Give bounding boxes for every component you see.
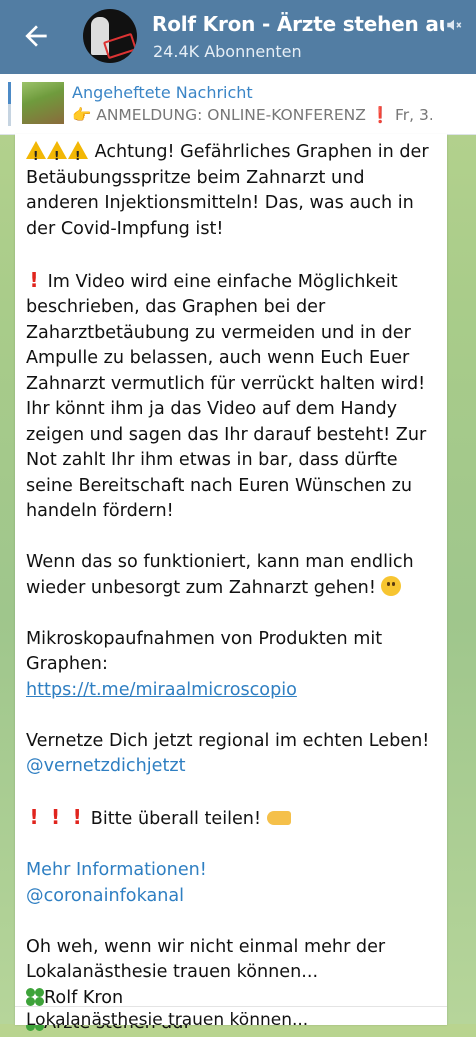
exclamation-icon: ! [29,267,39,292]
exclamation-icon: ! [51,805,61,829]
message-text: Wenn das so funktioniert, kann man endli… [26,552,414,598]
message-paragraph-3: Wenn das so funktioniert, kann man endli… [26,550,436,601]
message-text: Vernetze Dich jetzt regional im echten L… [26,730,430,751]
message-text: Bitte überall teilen! [90,809,262,829]
mention-coronainfokanal[interactable]: @coronainfokanal [26,886,184,906]
clover-icon [26,987,44,1006]
next-message-text: Lokalanästhesie trauen können... [26,1010,309,1025]
more-info-link[interactable]: Mehr Informationen! [26,860,207,880]
message-paragraph-2: ! Im Video wird eine einfache Möglichkei… [26,268,436,525]
message-paragraph-6: Mehr Informationen! @coronainfokanal [26,858,436,909]
chat-header: Rolf Kron - Ärzte stehen auf 24.4K Abonn… [0,0,476,74]
message-text: Oh weh, wenn wir nicht einmal mehr der L… [26,936,386,983]
next-message-preview: Lokalanästhesie trauen können... [15,1006,447,1025]
pinned-indicator [8,82,11,126]
pinned-label: Angeheftete Nachricht [72,83,253,102]
exclamation-icon: ! [29,805,39,829]
pointing-hand-icon [266,811,291,825]
share-line: ! ! ! Bitte überall teilen! [26,805,436,833]
message-bubble: Achtung! Gefährliches Graphen in der Bet… [15,134,447,1033]
message-paragraph-4: Mikroskopaufnahmen von Produkten mit Gra… [26,627,436,704]
back-arrow-icon[interactable] [20,20,52,52]
message-paragraph-5: Vernetze Dich jetzt regional im echten L… [26,729,436,780]
muted-speaker-icon [447,19,462,31]
warning-icon [68,141,88,170]
exclamation-icon: ! [72,805,82,829]
signature-name: Rolf Kron [44,987,124,1008]
warning-icon [47,141,67,170]
mention-vernetzdichjetzt[interactable]: @vernetzdichjetzt [26,756,186,776]
message-paragraph-1: Achtung! Gefährliches Graphen in der Bet… [26,140,436,242]
subscriber-count: 24.4K Abonnenten [153,42,302,61]
pinned-preview-text: 👉 ANMELDUNG: ONLINE-KONFERENZ ❗ Fr, 3... [72,106,432,124]
microscope-link[interactable]: https://t.me/miraalmicroscopio [26,680,297,700]
channel-avatar[interactable] [83,9,137,63]
smiling-emoji-icon [381,575,402,596]
channel-title[interactable]: Rolf Kron - Ärzte stehen auf [152,12,444,36]
pinned-message-bar[interactable]: Angeheftete Nachricht 👉 ANMELDUNG: ONLIN… [0,74,476,135]
warning-icon [26,141,46,170]
message-text: Mikroskopaufnahmen von Produkten mit Gra… [26,628,383,675]
message-text: Im Video wird eine einfache Möglichkeit … [26,271,427,522]
pinned-thumbnail [22,82,64,124]
